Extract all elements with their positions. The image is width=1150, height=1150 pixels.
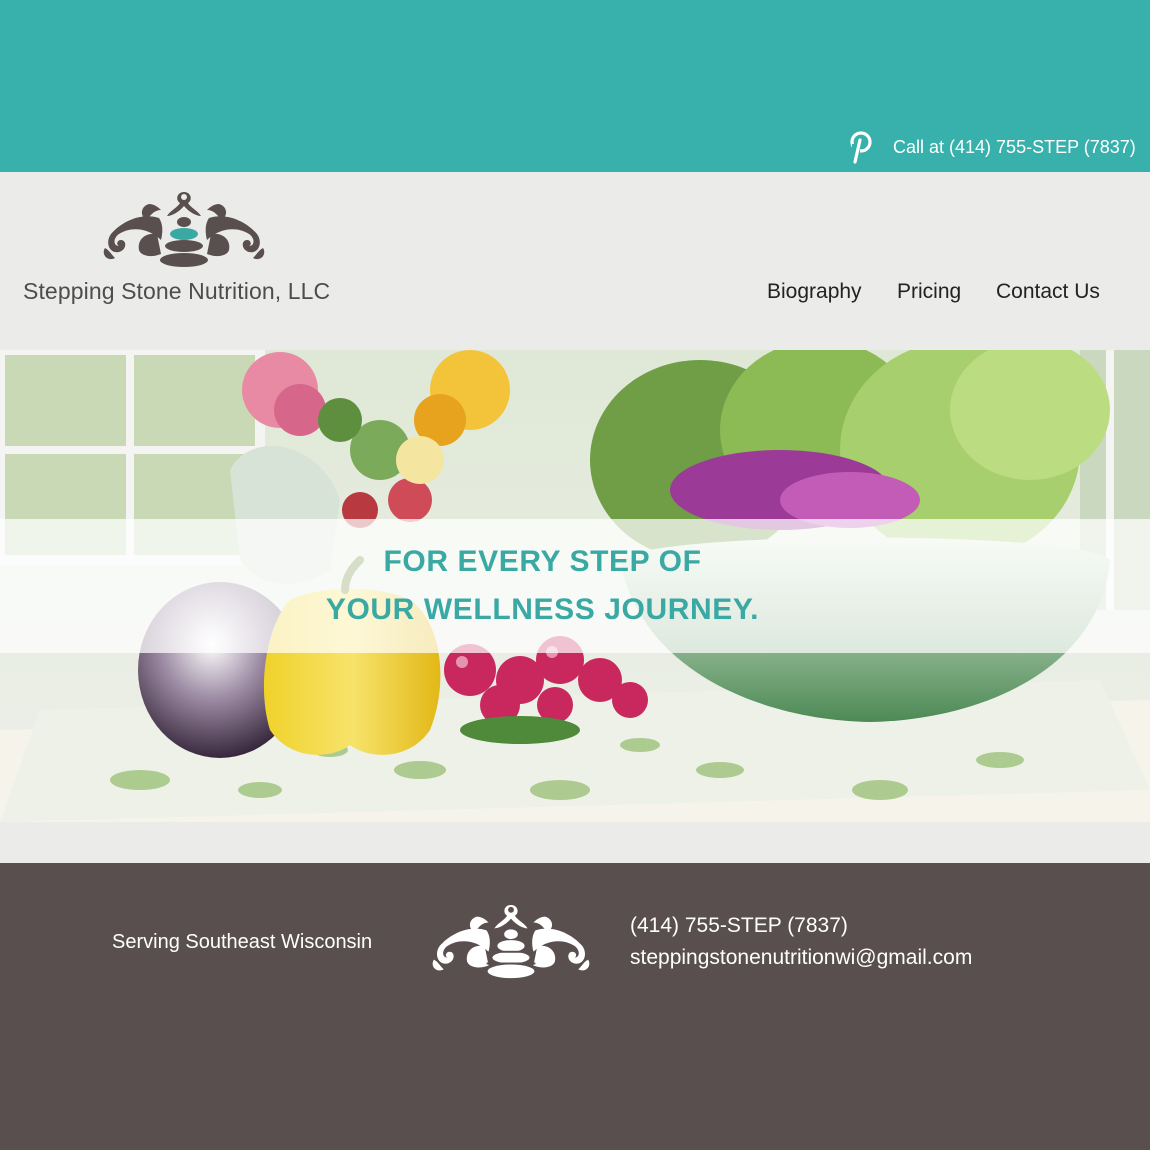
service-area-text: Serving Southeast Wisconsin (112, 931, 373, 953)
call-phone-text: Call at (414) 755-STEP (7837) (893, 137, 1136, 157)
footer-phone: (414) 755-STEP (7837) (630, 914, 848, 937)
nav-pricing[interactable]: Pricing (897, 280, 961, 304)
footer-email-link[interactable]: steppingstonenutritionwi@gmail.com (630, 946, 972, 970)
nav-contact-us[interactable]: Contact Us (996, 280, 1100, 304)
stacked-stones-ornament-icon[interactable] (101, 188, 267, 274)
stacked-stones-ornament-icon (432, 904, 590, 979)
tagline-band (0, 519, 1150, 653)
divider-strip (0, 822, 1150, 863)
brand-name: Stepping Stone Nutrition, LLC (23, 278, 331, 304)
nav-biography[interactable]: Biography (767, 280, 862, 304)
pinterest-icon[interactable] (846, 130, 876, 164)
tagline-line-2: YOUR WELLNESS JOURNEY. (325, 593, 760, 626)
tagline-line-1: FOR EVERY STEP OF (383, 545, 702, 578)
